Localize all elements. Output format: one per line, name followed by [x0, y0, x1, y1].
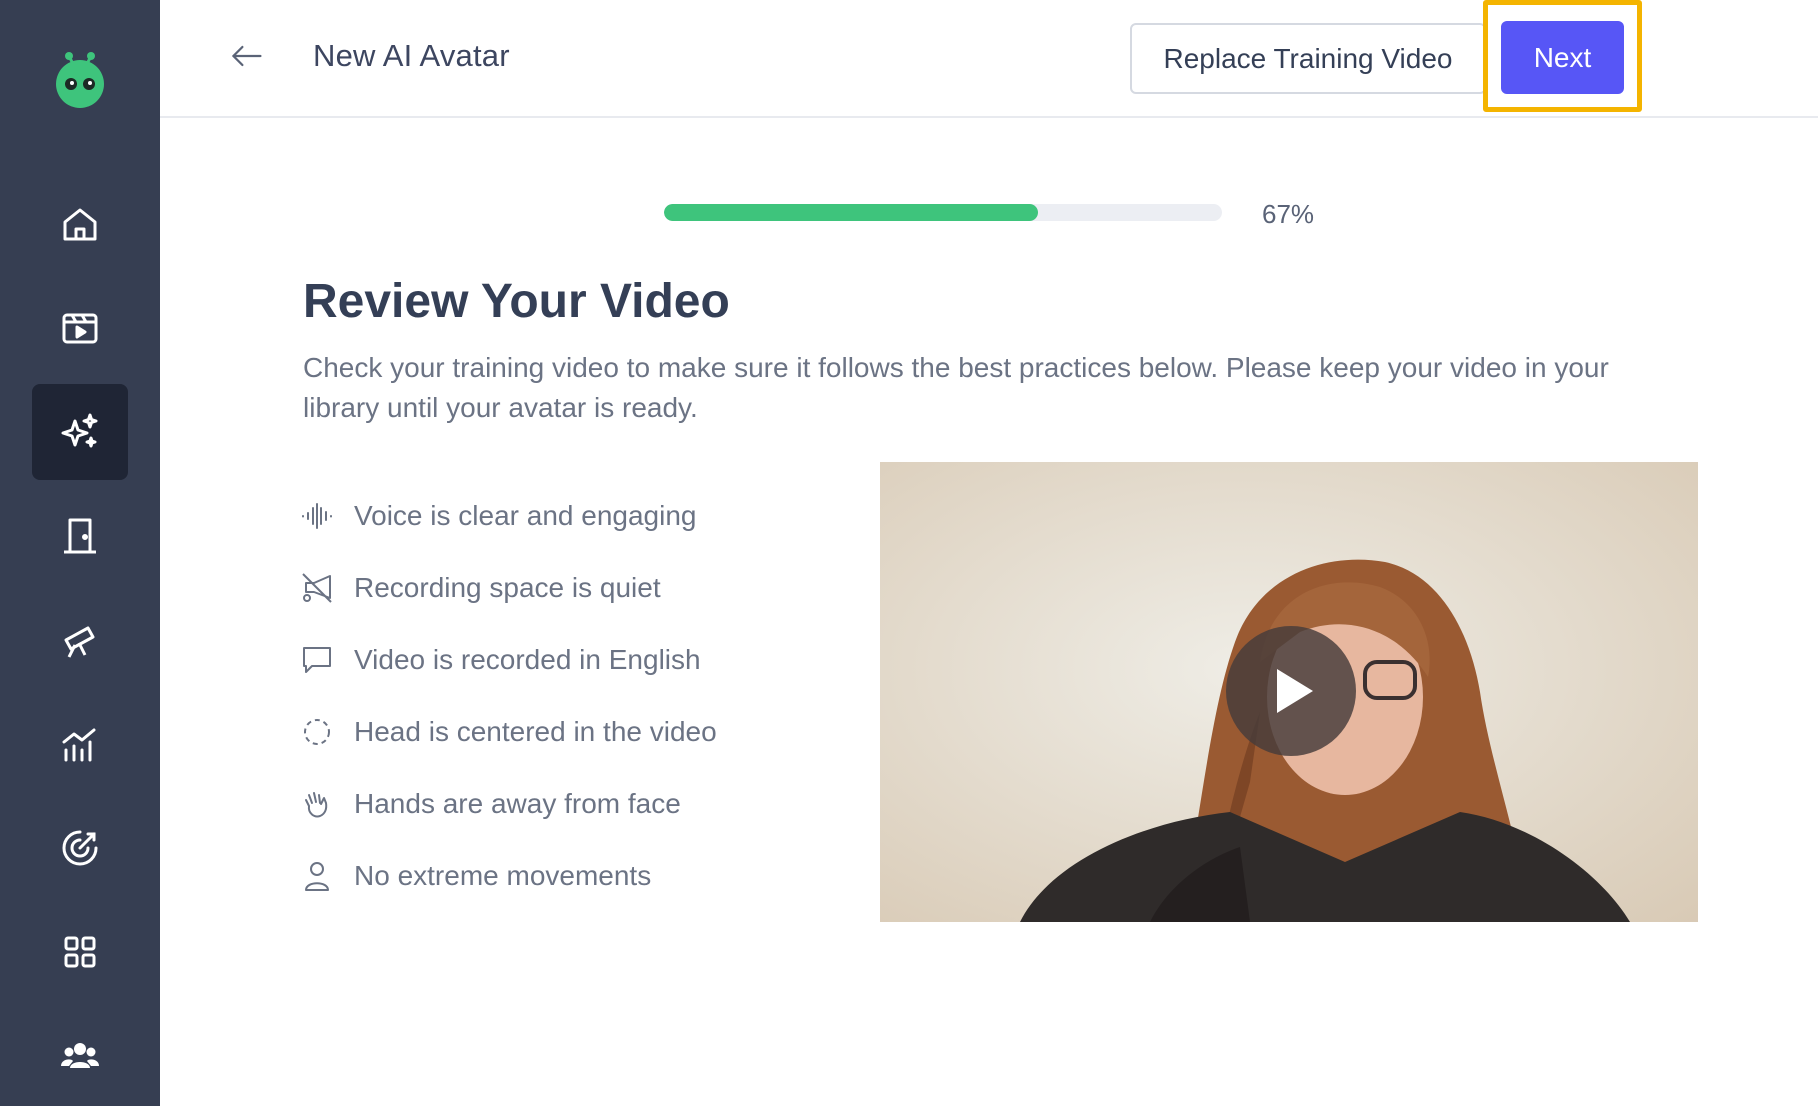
nav-videos[interactable]	[32, 280, 128, 376]
sidebar	[0, 0, 160, 1106]
progress-bar-fill	[664, 204, 1038, 221]
nav-team[interactable]	[32, 1008, 128, 1104]
nav-home[interactable]	[32, 176, 128, 272]
checklist-item: No extreme movements	[300, 856, 651, 896]
checklist-item-label: Voice is clear and engaging	[354, 500, 697, 531]
page-title: New AI Avatar	[313, 38, 510, 73]
dashed-circle-icon	[300, 715, 334, 749]
nav-ai-avatar[interactable]	[32, 384, 128, 480]
nav-door[interactable]	[32, 488, 128, 584]
target-icon	[62, 830, 98, 866]
training-video-player[interactable]	[880, 462, 1698, 922]
checklist-item: Hands are away from face	[300, 784, 681, 824]
person-icon	[300, 859, 334, 893]
chat-bubble-icon	[300, 643, 334, 677]
apps-grid-icon	[64, 936, 96, 968]
checklist-item: Head is centered in the video	[300, 712, 717, 752]
megaphone-off-icon	[300, 571, 334, 605]
checklist-item-label: Recording space is quiet	[354, 572, 661, 603]
play-icon	[1277, 669, 1313, 713]
nav-apps[interactable]	[32, 904, 128, 1000]
robot-logo-icon[interactable]	[52, 48, 108, 110]
sparkles-icon	[61, 413, 98, 448]
section-description: Check your training video to make sure i…	[303, 352, 1609, 423]
arrow-left-icon	[232, 45, 262, 67]
next-button[interactable]: Next	[1501, 21, 1624, 94]
telescope-icon	[64, 626, 95, 658]
checklist-item-label: Hands are away from face	[354, 788, 681, 819]
nav-target[interactable]	[32, 800, 128, 896]
analytics-icon	[62, 728, 96, 762]
play-button[interactable]	[1226, 626, 1356, 756]
home-icon	[63, 208, 97, 241]
door-icon	[64, 518, 96, 554]
checklist-item-label: Head is centered in the video	[354, 716, 717, 747]
team-icon	[61, 1043, 99, 1068]
checklist-item-label: Video is recorded in English	[354, 644, 701, 675]
checklist-item-label: No extreme movements	[354, 860, 652, 891]
waveform-icon	[300, 499, 334, 533]
back-button[interactable]	[224, 36, 268, 76]
checklist-item: Voice is clear and engaging	[300, 496, 696, 536]
nav-analytics[interactable]	[32, 696, 128, 792]
checklist-item: Video is recorded in English	[300, 640, 701, 680]
replace-training-video-button[interactable]: Replace Training Video	[1130, 23, 1486, 94]
progress-percent: 67%	[1262, 199, 1315, 229]
section-heading: Review Your Video	[303, 275, 730, 328]
video-clapper-icon	[62, 313, 98, 344]
hand-wave-icon	[300, 787, 334, 821]
checklist-item: Recording space is quiet	[300, 568, 661, 608]
progress-bar	[664, 204, 1222, 221]
nav-explore[interactable]	[32, 592, 128, 688]
